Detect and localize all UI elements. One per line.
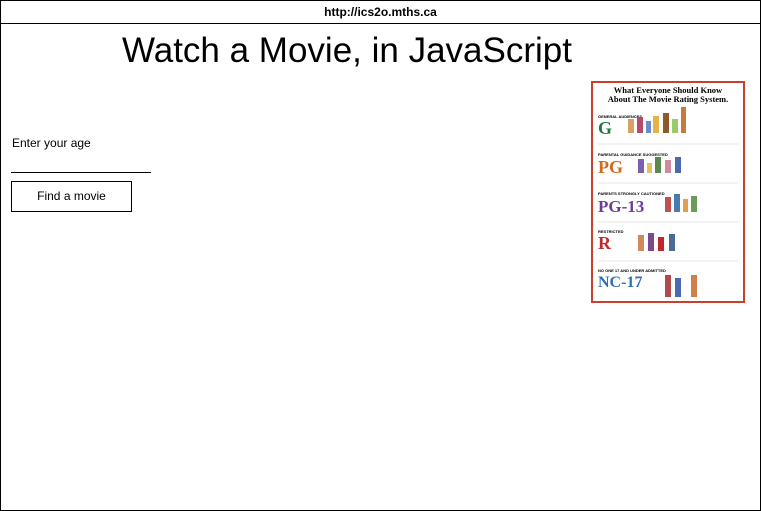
address-bar[interactable]: http://ics2o.mths.ca	[1, 1, 760, 24]
rating-row-pg: PARENTAL GUIDANCE SUGGESTED PG	[598, 152, 738, 184]
poster-heading-2: About The Movie Rating System.	[608, 94, 729, 104]
rating-caption: PARENTS STRONGLY CAUTIONED	[598, 191, 665, 196]
page-title: Watch a Movie, in JavaScript	[122, 31, 572, 70]
rating-row-nc17: NO ONE 17 AND UNDER ADMITTED NC-17	[598, 268, 697, 297]
rating-code: PG-13	[598, 197, 644, 216]
movie-rating-poster: What Everyone Should Know About The Movi…	[591, 81, 745, 303]
poster-art: What Everyone Should Know About The Movi…	[598, 85, 738, 297]
age-input[interactable]	[11, 156, 151, 173]
rating-row-g: GENERAL AUDIENCES G	[598, 107, 738, 145]
age-label: Enter your age	[12, 136, 91, 150]
rating-row-r: RESTRICTED R	[598, 229, 738, 262]
browser-frame: http://ics2o.mths.ca Watch a Movie, in J…	[0, 0, 761, 511]
rating-code: R	[598, 233, 612, 253]
rating-code: NC-17	[598, 274, 642, 291]
find-movie-button[interactable]: Find a movie	[11, 181, 132, 212]
rating-code: PG	[598, 157, 623, 177]
rating-caption: NO ONE 17 AND UNDER ADMITTED	[598, 268, 666, 273]
rating-code: G	[598, 118, 612, 138]
rating-row-pg13: PARENTS STRONGLY CAUTIONED PG-13	[598, 191, 738, 223]
